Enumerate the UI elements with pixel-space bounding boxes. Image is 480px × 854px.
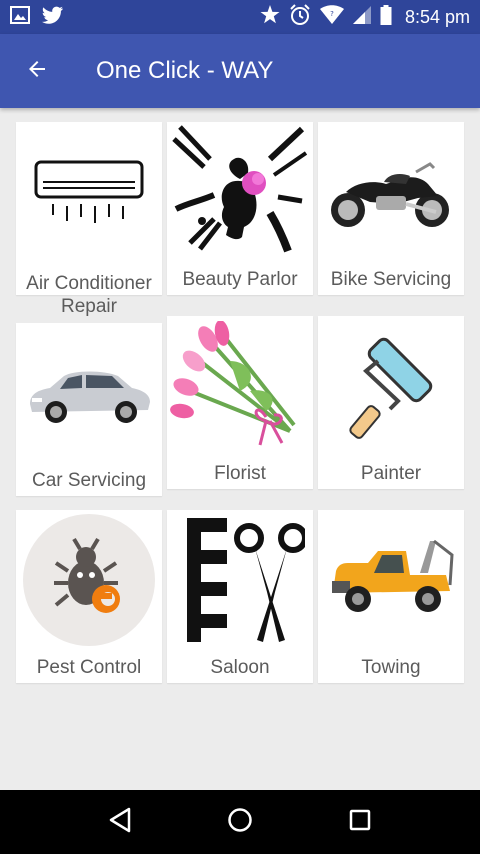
service-tile-bike-servicing[interactable]: Bike Servicing bbox=[318, 122, 464, 295]
paint-roller-icon bbox=[318, 316, 464, 456]
nav-home-button[interactable] bbox=[210, 792, 270, 852]
battery-icon bbox=[380, 4, 392, 30]
service-label: Bike Servicing bbox=[330, 269, 452, 290]
nav-recents-button[interactable] bbox=[330, 792, 390, 852]
service-tile-painter[interactable]: Painter bbox=[318, 316, 464, 489]
service-label: Florist bbox=[214, 463, 266, 484]
twitter-icon bbox=[42, 6, 64, 29]
car-icon bbox=[16, 323, 162, 463]
svg-text:?: ? bbox=[330, 10, 334, 18]
image-icon bbox=[10, 5, 30, 29]
alarm-icon bbox=[289, 3, 311, 31]
status-time: 8:54 pm bbox=[404, 6, 470, 27]
beauty-parlor-icon bbox=[167, 122, 313, 262]
motorbike-icon bbox=[318, 122, 464, 262]
back-triangle-icon bbox=[108, 807, 132, 838]
flowers-icon bbox=[167, 316, 313, 456]
star-icon bbox=[260, 5, 280, 29]
app-bar: One Click - WAY bbox=[0, 34, 480, 108]
service-label: Beauty Parlor bbox=[182, 269, 298, 290]
service-label: Car Servicing bbox=[31, 470, 147, 491]
back-button[interactable] bbox=[0, 34, 74, 108]
nav-back-button[interactable] bbox=[90, 792, 150, 852]
service-label: Pest Control bbox=[36, 657, 142, 678]
service-tile-towing[interactable]: Towing bbox=[318, 510, 464, 683]
home-circle-icon bbox=[227, 807, 253, 838]
service-tile-car-servicing[interactable]: Car Servicing bbox=[16, 323, 162, 496]
service-label: Air Conditioner Repair bbox=[26, 273, 152, 317]
recents-square-icon bbox=[348, 808, 372, 837]
service-tile-air-conditioner[interactable]: Air Conditioner Repair bbox=[16, 122, 162, 317]
tow-truck-icon bbox=[318, 510, 464, 650]
arrow-left-icon bbox=[25, 57, 49, 86]
service-tile-beauty-parlor[interactable]: Beauty Parlor bbox=[167, 122, 313, 295]
service-tile-florist[interactable]: Florist bbox=[167, 316, 313, 489]
status-bar: ? 8:54 pm bbox=[0, 0, 480, 34]
service-tile-saloon[interactable]: Saloon bbox=[167, 510, 313, 683]
service-label: Painter bbox=[360, 463, 422, 484]
bug-icon bbox=[16, 510, 162, 650]
comb-scissors-icon bbox=[167, 510, 313, 650]
service-label: Towing bbox=[361, 657, 421, 678]
wifi-icon: ? bbox=[319, 5, 344, 29]
app-title: One Click - WAY bbox=[96, 57, 274, 84]
air-conditioner-icon bbox=[16, 122, 162, 262]
navigation-bar bbox=[0, 790, 480, 854]
signal-icon bbox=[352, 5, 371, 29]
service-tile-pest-control[interactable]: Pest Control bbox=[16, 510, 162, 683]
service-label: Saloon bbox=[210, 657, 270, 678]
